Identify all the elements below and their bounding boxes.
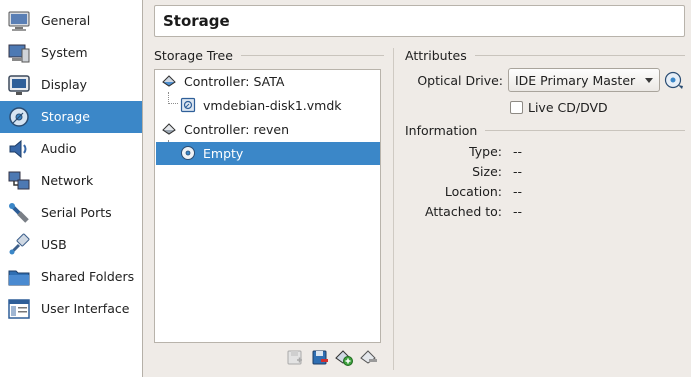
- info-type-value: --: [513, 144, 523, 159]
- display-icon: [7, 73, 31, 97]
- remove-controller-icon: [359, 350, 379, 370]
- information-header-rule: [485, 130, 685, 131]
- chevron-down-icon: [645, 78, 653, 83]
- live-cd-label[interactable]: Live CD/DVD: [528, 100, 608, 115]
- attributes-header: Attributes: [405, 48, 685, 63]
- audio-icon: [7, 137, 31, 161]
- attributes-heading: Attributes: [405, 48, 467, 63]
- sidebar-item-serial-ports[interactable]: Serial Ports: [0, 197, 142, 229]
- general-icon: [7, 9, 31, 33]
- add-controller-icon: [334, 350, 354, 370]
- live-cd-checkbox[interactable]: [510, 101, 523, 114]
- storage-tree-header-rule: [240, 55, 384, 56]
- info-type-label: Type:: [469, 144, 502, 159]
- add-attachment-icon: [285, 350, 305, 370]
- system-icon: [7, 41, 31, 65]
- serial-ports-icon: [7, 201, 31, 225]
- info-location-value: --: [513, 184, 523, 199]
- tree-item-controller-reven[interactable]: Controller: reven: [156, 118, 380, 140]
- attributes-header-rule: [474, 55, 685, 56]
- sidebar-item-label: USB: [41, 237, 67, 252]
- sidebar-item-usb[interactable]: USB: [0, 229, 142, 261]
- remove-attachment-button[interactable]: [310, 347, 330, 367]
- sidebar-item-label: Shared Folders: [41, 269, 135, 284]
- storage-icon: [7, 105, 31, 129]
- info-location-label: Location:: [444, 184, 502, 199]
- sidebar-item-general[interactable]: General: [0, 5, 142, 37]
- settings-sidebar: General System Display Storage Audio Net…: [0, 0, 143, 377]
- sidebar-item-audio[interactable]: Audio: [0, 133, 142, 165]
- page-title-box: Storage: [154, 5, 685, 37]
- sidebar-item-label: Storage: [41, 109, 90, 124]
- sidebar-item-label: Audio: [41, 141, 77, 156]
- storage-tree-header: Storage Tree: [154, 48, 384, 63]
- sidebar-item-label: User Interface: [41, 301, 130, 316]
- choose-optical-disk-button[interactable]: [664, 70, 684, 90]
- optical-disc-icon: [180, 145, 196, 161]
- optical-drive-label: Optical Drive:: [400, 73, 503, 88]
- network-icon: [7, 169, 31, 193]
- storage-tree[interactable]: Controller: SATA vmdebian-disk1.vmdk Con…: [154, 69, 381, 343]
- tree-item-label: vmdebian-disk1.vmdk: [203, 98, 342, 113]
- user-interface-icon: [7, 297, 31, 321]
- sata-controller-icon: [161, 73, 177, 89]
- sidebar-item-user-interface[interactable]: User Interface: [0, 293, 142, 325]
- sidebar-item-system[interactable]: System: [0, 37, 142, 69]
- sidebar-item-network[interactable]: Network: [0, 165, 142, 197]
- hard-disk-icon: [180, 97, 196, 113]
- optical-drive-value: IDE Primary Master: [515, 73, 636, 88]
- tree-item-disk[interactable]: vmdebian-disk1.vmdk: [156, 94, 380, 116]
- information-heading: Information: [405, 123, 478, 138]
- add-attachment-button[interactable]: [285, 347, 305, 367]
- remove-controller-button[interactable]: [359, 347, 379, 367]
- optical-drive-select[interactable]: IDE Primary Master: [508, 68, 660, 92]
- tree-item-label: Controller: SATA: [184, 74, 285, 89]
- sidebar-item-label: System: [41, 45, 88, 60]
- info-size-value: --: [513, 164, 523, 179]
- remove-attachment-icon: [310, 350, 330, 370]
- info-attached-label: Attached to:: [425, 204, 502, 219]
- sidebar-item-label: Network: [41, 173, 94, 188]
- info-attached-value: --: [513, 204, 523, 219]
- tree-item-label: Empty: [203, 146, 244, 161]
- shared-folders-icon: [7, 265, 31, 289]
- ide-controller-icon: [161, 121, 177, 137]
- sidebar-item-storage[interactable]: Storage: [0, 101, 142, 133]
- sidebar-item-label: General: [41, 13, 91, 28]
- tree-item-label: Controller: reven: [184, 122, 290, 137]
- storage-tree-heading: Storage Tree: [154, 48, 233, 63]
- optical-drive-label-text: Optical Drive:: [417, 73, 503, 88]
- usb-icon: [7, 233, 31, 257]
- add-controller-button[interactable]: [334, 347, 354, 367]
- sidebar-item-display[interactable]: Display: [0, 69, 142, 101]
- sidebar-item-shared-folders[interactable]: Shared Folders: [0, 261, 142, 293]
- sidebar-item-label: Display: [41, 77, 88, 92]
- tree-item-controller-sata[interactable]: Controller: SATA: [156, 70, 380, 92]
- info-size-label: Size:: [472, 164, 502, 179]
- page-title: Storage: [163, 12, 230, 30]
- sidebar-item-label: Serial Ports: [41, 205, 112, 220]
- panel-divider[interactable]: [393, 48, 394, 370]
- optical-disc-choose-icon: [664, 71, 684, 93]
- tree-item-empty-optical[interactable]: Empty: [156, 142, 380, 165]
- information-header: Information: [405, 123, 685, 138]
